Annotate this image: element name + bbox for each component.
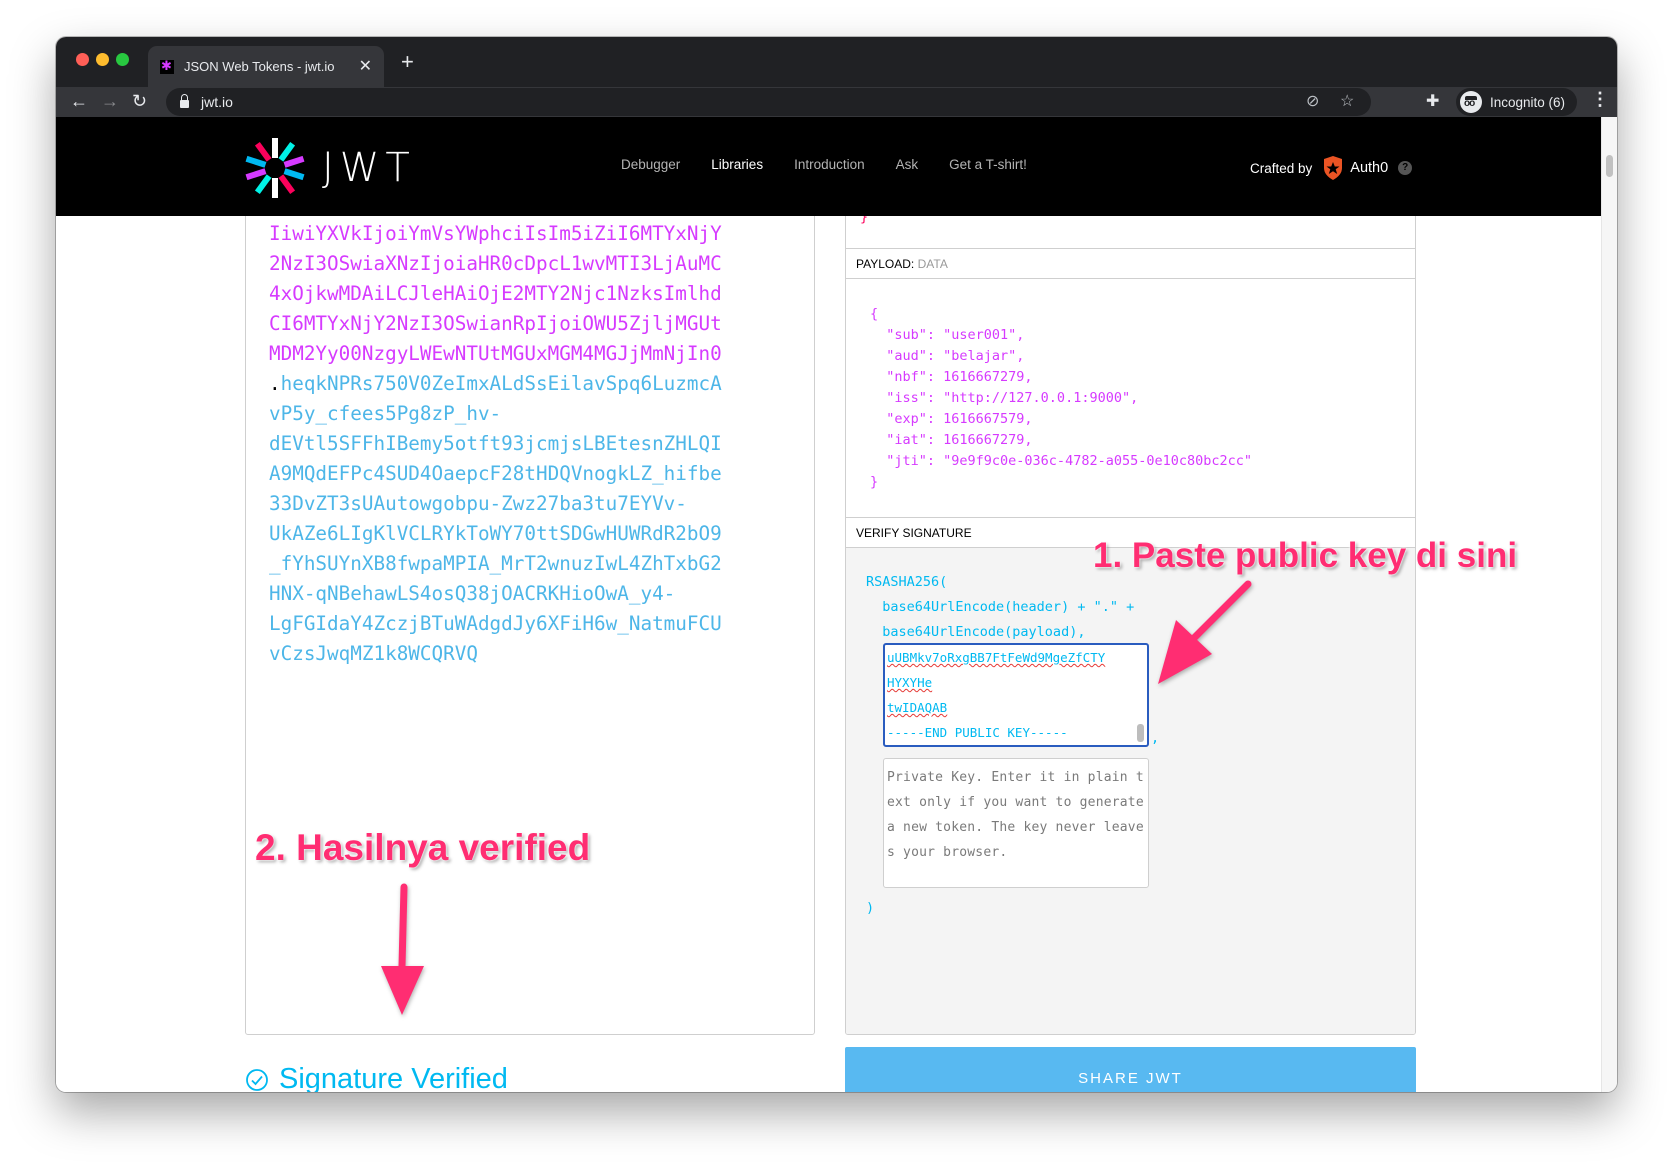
payload-json-line: "nbf": 1616667279, [870, 369, 1033, 385]
back-icon[interactable]: ← [70, 91, 88, 112]
signature-line: _fYhSUYnXB8fwpaMPIA_MrT2wnuzIwL4ZhTxbG2 [269, 552, 722, 575]
payload-json-line: "iss": "http://127.0.0.1:9000", [870, 390, 1139, 406]
forward-icon[interactable]: → [101, 91, 119, 112]
auth0-shield-icon [1324, 156, 1343, 180]
verify-code-line: base64UrlEncode(header) + "." + [866, 599, 1135, 615]
payload-line: MDM2Yy00NzgyLWEwNTUtMGUxMGM4MGJjMmNjIn0 [269, 342, 722, 365]
signature-status: Signature Verified [245, 1063, 508, 1092]
public-key-line: -----END PUBLIC KEY----- [887, 725, 1068, 740]
payload-json-line: "exp": 1616667579, [870, 411, 1033, 427]
crafted-by-label: Crafted by [1250, 160, 1313, 176]
share-jwt-button[interactable]: SHARE JWT [845, 1047, 1416, 1092]
payload-json-line: "aud": "belajar", [870, 348, 1025, 364]
signature-line: heqkNPRs750V0ZeImxALdSsEilavSpq6LuzmcA [280, 372, 722, 395]
comma: , [1151, 730, 1160, 746]
check-circle-icon [246, 1068, 268, 1091]
signature-line: UkAZe6LIgKlVCLRYkToWY70ttSDGwHUWRdR2bO9 [269, 522, 722, 545]
annotation-step2: 2. Hasilnya verified [255, 827, 591, 868]
tab-strip: JSON Web Tokens - jwt.io ✕ + [56, 37, 1617, 87]
payload-sublabel: DATA [917, 257, 948, 271]
incognito-icon [1460, 91, 1482, 113]
signature-line: HNX-qNBehawLS4osQ38jOACRKHioOwA_y4- [269, 582, 676, 605]
lock-icon [180, 94, 189, 108]
signature-line: LgFGIdaY4ZczjBTuWAdgdJy6XFiH6w_NatmuFCU [269, 612, 722, 635]
private-key-placeholder: Private Key. Enter it in plain text only… [887, 770, 1144, 860]
verify-code-line: base64UrlEncode(payload), [866, 624, 1086, 640]
logo-text[interactable]: JWT [322, 145, 416, 191]
profile-button[interactable]: Incognito (6) [1456, 88, 1578, 116]
signature-line: 33DvZT3sUAutowgobpu-Zwz27ba3tu7EYVv- [269, 492, 687, 515]
url-text: jwt.io [201, 94, 233, 110]
auth0-brand: Auth0 [1350, 160, 1389, 176]
payload-json-line: "jti": "9e9f9c0e-036c-4782-a055-0e10c80b… [870, 453, 1253, 469]
verify-signature-body: RSASHA256( base64UrlEncode(header) + "."… [846, 548, 1415, 1034]
payload-line: 4xOjkwMDAiLCJleHAiOjE2MTY2Njc1NzksImlhd [269, 282, 722, 305]
nav-introduction[interactable]: Introduction [794, 157, 865, 172]
tab-title: JSON Web Tokens - jwt.io [184, 59, 335, 74]
page-content: JWT Debugger Libraries Introduction Ask … [56, 117, 1601, 1092]
payload-json-line: "sub": "user001", [870, 327, 1025, 343]
close-paren: ) [866, 900, 875, 916]
signature-status-text: Signature Verified [279, 1063, 508, 1092]
nav-tshirt[interactable]: Get a T-shirt! [949, 157, 1027, 172]
nav-ask[interactable]: Ask [896, 157, 919, 172]
encoded-token[interactable]: IiwiYXVkIjoiYmVsYWphciIsIm5iZiI6MTYxNjY 2… [269, 219, 789, 669]
public-key-line: HYXYHe [887, 675, 933, 690]
payload-json-line: { [870, 306, 879, 322]
profile-label: Incognito (6) [1490, 94, 1566, 110]
payload-line: 2NzI3OSwiaXNzIjoiaHR0cDpcL1wvMTI3LjAuMC [269, 252, 722, 275]
browser-toolbar: ← → ↻ jwt.io ⊘ ☆ ✚ Incognito (6) ⋮ [56, 87, 1617, 117]
maximize-window-button[interactable] [116, 53, 129, 66]
payload-json-line: "iat": 1616667279, [870, 432, 1033, 448]
payload-label: PAYLOAD: [856, 257, 915, 271]
close-tab-icon[interactable]: ✕ [359, 56, 372, 76]
public-key-line: twIDAQAB [887, 700, 948, 715]
extensions-icon[interactable]: ✚ [1426, 91, 1439, 111]
nav-libraries[interactable]: Libraries [711, 157, 763, 172]
token-separator: . [269, 372, 281, 395]
jwt-favicon-icon [160, 58, 174, 74]
address-bar[interactable]: jwt.io ⊘ ☆ [166, 88, 1371, 116]
star-icon[interactable]: ☆ [1340, 91, 1354, 111]
private-key-input[interactable]: Private Key. Enter it in plain text only… [883, 758, 1149, 888]
payload-json[interactable]: { "sub": "user001", "aud": "belajar", "n… [870, 304, 1252, 493]
scrollbar-thumb[interactable] [1606, 155, 1613, 177]
more-icon[interactable]: ⋮ [1591, 89, 1609, 110]
payload-section-header: PAYLOAD: DATA [846, 248, 1415, 279]
close-window-button[interactable] [76, 53, 89, 66]
site-header: JWT Debugger Libraries Introduction Ask … [56, 117, 1601, 216]
eye-off-icon[interactable]: ⊘ [1306, 91, 1319, 111]
new-tab-icon[interactable]: + [401, 49, 414, 75]
public-key-input[interactable]: uUBMkv7oRxgBB7FtFeWd9MgeZfCTY HYXYHe twIDA… [883, 643, 1149, 747]
browser-tab[interactable]: JSON Web Tokens - jwt.io ✕ [148, 46, 384, 87]
signature-line: vP5y_cfees5Pg8zP_hv- [269, 402, 502, 425]
payload-json-line: } [870, 474, 879, 490]
main-nav: Debugger Libraries Introduction Ask Get … [621, 157, 1027, 172]
payload-line: IiwiYXVkIjoiYmVsYWphciIsIm5iZiI6MTYxNjY [269, 222, 722, 245]
signature-line: A9MQdEFPc4SUD4OaepcF28tHDQVnogkLZ_hifbe [269, 462, 722, 485]
signature-line: vCzsJwqMZ1k8WCQRVQ [269, 642, 478, 665]
decoded-panel: "typ": "JWT", "alg": "RS256"} PAYLOAD: D… [845, 177, 1416, 1035]
reload-icon[interactable]: ↻ [132, 91, 147, 112]
textarea-scrollbar[interactable] [1137, 724, 1144, 742]
annotation-step1: 1. Paste public key di sini [1093, 536, 1518, 575]
crafted-by[interactable]: Crafted by Auth0 ? [1250, 156, 1413, 180]
nav-debugger[interactable]: Debugger [621, 157, 680, 172]
help-icon[interactable]: ? [1398, 161, 1413, 175]
signature-line: dEVtl5SFFhIBemy5otft93jcmjsLBEtesnZHLQI [269, 432, 722, 455]
payload-line: CI6MTYxNjY2NzI3OSwianRpIjoiOWU5ZjljMGUt [269, 312, 722, 335]
minimize-window-button[interactable] [96, 53, 109, 66]
jwt-logo-icon[interactable] [244, 137, 306, 199]
page-scrollbar[interactable] [1601, 117, 1617, 1092]
public-key-line: uUBMkv7oRxgBB7FtFeWd9MgeZfCTY [887, 650, 1106, 665]
